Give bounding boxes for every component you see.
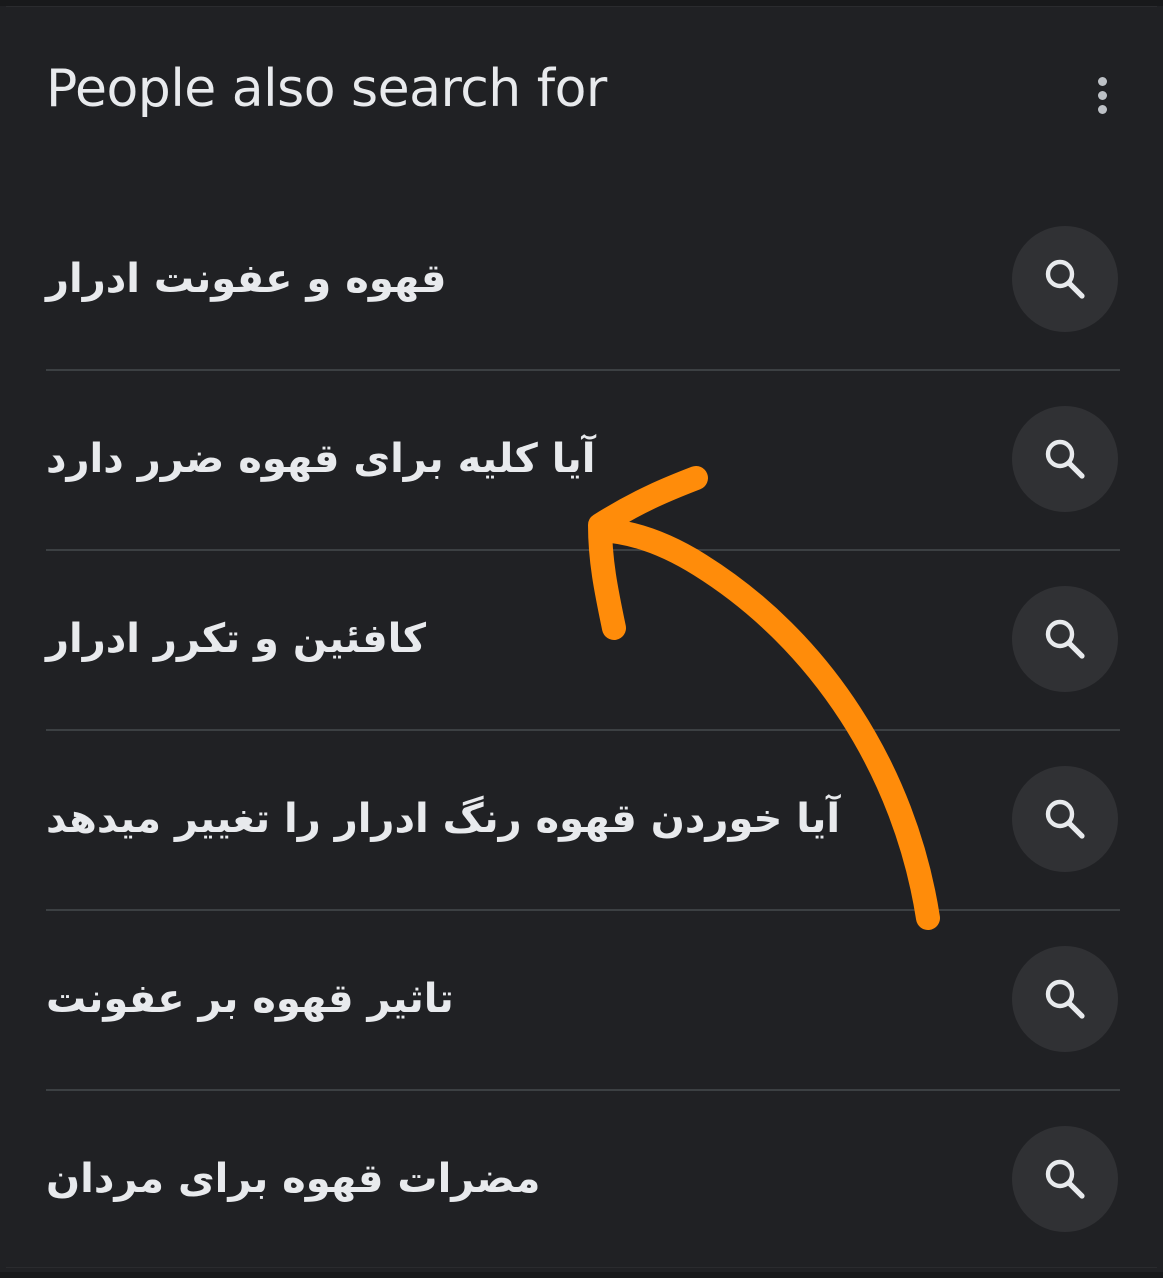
search-icon <box>1045 259 1085 299</box>
search-button[interactable] <box>1012 406 1118 512</box>
related-search-label: قهوه و عفونت ادرار <box>46 256 447 302</box>
related-search-label: مضرات قهوه برای مردان <box>46 1156 541 1202</box>
people-also-search-card: People also search for قهوه و عفونت ادرا… <box>6 6 1157 1268</box>
related-search-item-1[interactable]: قهوه و عفونت ادرار <box>46 189 1120 369</box>
related-search-item-5[interactable]: تاثیر قهوه بر عفونت <box>46 909 1120 1089</box>
search-button[interactable] <box>1012 946 1118 1052</box>
search-icon <box>1045 979 1085 1019</box>
related-search-item-6[interactable]: مضرات قهوه برای مردان <box>46 1089 1120 1269</box>
more-options-button[interactable] <box>1078 63 1126 127</box>
search-icon <box>1045 619 1085 659</box>
more-vert-icon <box>1097 76 1107 114</box>
related-search-label: آیا خوردن قهوه رنگ ادرار را تغییر میدهد <box>46 796 841 842</box>
search-icon <box>1045 1159 1085 1199</box>
related-search-item-2[interactable]: آیا کلیه برای قهوه ضرر دارد <box>46 369 1120 549</box>
search-icon <box>1045 439 1085 479</box>
search-button[interactable] <box>1012 766 1118 872</box>
search-button[interactable] <box>1012 226 1118 332</box>
related-search-item-3[interactable]: کافئین و تکرر ادرار <box>46 549 1120 729</box>
related-searches-list: قهوه و عفونت ادرار آیا کلیه برای قهوه ضر… <box>46 189 1120 1269</box>
search-button[interactable] <box>1012 586 1118 692</box>
related-search-label: کافئین و تکرر ادرار <box>46 616 426 662</box>
related-search-label: تاثیر قهوه بر عفونت <box>46 976 454 1022</box>
related-search-item-4[interactable]: آیا خوردن قهوه رنگ ادرار را تغییر میدهد <box>46 729 1120 909</box>
search-icon <box>1045 799 1085 839</box>
card-title: People also search for <box>46 59 607 119</box>
bottom-edge <box>0 1272 1163 1278</box>
related-search-label: آیا کلیه برای قهوه ضرر دارد <box>46 436 596 482</box>
search-button[interactable] <box>1012 1126 1118 1232</box>
